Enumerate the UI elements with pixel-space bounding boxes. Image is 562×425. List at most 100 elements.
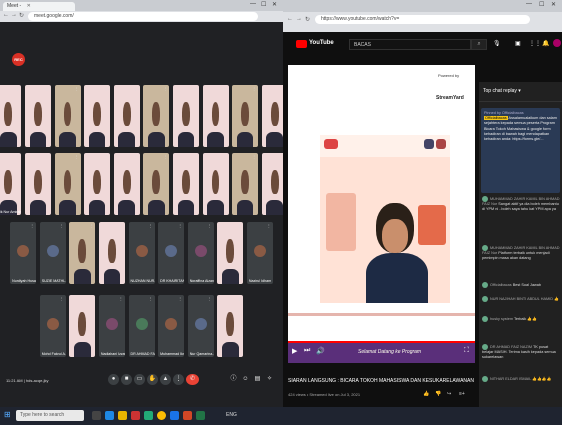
mic-button[interactable]: ● <box>108 374 119 385</box>
participant-tile[interactable]: ⋮ <box>143 85 170 147</box>
task-view-icon[interactable] <box>92 411 101 420</box>
progress-bar[interactable] <box>288 341 475 343</box>
youtube-logo-icon[interactable] <box>296 40 307 48</box>
powerpoint-icon[interactable] <box>183 411 192 420</box>
word-icon[interactable] <box>170 411 179 420</box>
video-player[interactable]: Powered by StreamYard ▶ ⏭ 🔊 Selamat Data… <box>288 65 475 363</box>
maximize-icon[interactable]: ☐ <box>261 1 266 8</box>
more-icon[interactable]: ⋮ <box>104 86 108 91</box>
more-icon[interactable]: ⋮ <box>208 223 212 228</box>
more-icon[interactable]: ⋮ <box>237 296 241 301</box>
participant-tile[interactable]: ⋮ <box>217 295 244 357</box>
close-icon[interactable]: ✕ <box>27 3 31 9</box>
participant-tile[interactable]: ⋮ <box>202 153 229 215</box>
more-icon[interactable]: ⋮ <box>45 154 49 159</box>
participant-tile[interactable]: ⋮ Nazirul Idham <box>246 222 273 284</box>
more-icon[interactable]: ⋮ <box>104 154 108 159</box>
participant-tile[interactable]: ⋮ <box>232 85 259 147</box>
forward-icon[interactable]: → <box>11 12 17 18</box>
participant-tile[interactable]: ⋮ Noraffina Aizan <box>187 222 214 284</box>
next-icon[interactable]: ⏭ <box>304 347 310 355</box>
participant-tile[interactable]: ⋮ Nadiahani Izzati <box>98 295 125 357</box>
more-icon[interactable]: ⋮ <box>223 86 227 91</box>
participant-tile[interactable]: ⋮ <box>54 85 81 147</box>
more-icon[interactable]: ⋮ <box>119 223 123 228</box>
like-icon[interactable]: 👍 <box>423 391 429 397</box>
create-icon[interactable]: ▣ <box>515 40 521 47</box>
minimize-icon[interactable]: — <box>250 1 256 7</box>
participant-tile[interactable]: ⋮ Mohd Fakrul A... <box>39 295 66 357</box>
participant-tile[interactable]: ⋮ <box>113 153 140 215</box>
more-icon[interactable]: ⋮ <box>178 296 182 301</box>
more-icon[interactable]: ⋮ <box>119 296 123 301</box>
participant-tile[interactable]: ⋮ <box>69 295 96 357</box>
more-icon[interactable]: ⋮ <box>134 154 138 159</box>
participant-tile[interactable]: ⋮ <box>98 222 125 284</box>
more-icon[interactable]: ⋮ <box>252 154 256 159</box>
more-icon[interactable]: ⋮ <box>89 223 93 228</box>
leave-call-button[interactable]: ✆ <box>186 374 199 385</box>
participant-tile[interactable]: ⋮ <box>84 153 111 215</box>
fullscreen-icon[interactable]: ⛶ <box>464 347 469 355</box>
dislike-icon[interactable]: 👎 <box>435 391 441 397</box>
more-icon[interactable]: ⋮ <box>163 154 167 159</box>
minimize-icon[interactable]: — <box>526 1 532 7</box>
more-options-button[interactable]: ⋮ <box>173 374 184 385</box>
more-icon[interactable]: ⋮ <box>193 154 197 159</box>
more-icon[interactable]: ⋮ <box>149 223 153 228</box>
chat-icon[interactable]: ▤ <box>252 374 263 385</box>
raise-hand-button[interactable]: ✋ <box>147 374 158 385</box>
camera-button[interactable]: ■ <box>121 374 132 385</box>
avatar[interactable] <box>553 39 561 47</box>
participant-tile[interactable]: ⋮ <box>113 85 140 147</box>
participant-tile[interactable]: ⋮ DR KHAIRITAN... <box>158 222 185 284</box>
windows-start-icon[interactable]: ⊞ <box>4 410 11 419</box>
more-icon[interactable]: ⋮ <box>252 86 256 91</box>
participant-tile[interactable]: ⋮ <box>217 222 244 284</box>
participant-tile[interactable]: ⋮ DR AHMAD FAI... <box>128 295 155 357</box>
participant-tile[interactable]: ⋮ Nur Qamarina... <box>187 295 214 357</box>
participant-tile[interactable]: ⋮ Nik Nur Amirah <box>0 153 22 215</box>
people-icon[interactable]: ☺ <box>240 374 251 385</box>
more-icon[interactable]: ⋮ <box>89 296 93 301</box>
more-icon[interactable]: ⋮ <box>15 154 19 159</box>
more-icon[interactable]: ⋮ <box>75 86 79 91</box>
more-icon[interactable]: ⋮ <box>163 86 167 91</box>
more-icon[interactable]: ⋮ <box>208 296 212 301</box>
participant-tile[interactable]: ⋮ <box>84 85 111 147</box>
reload-icon[interactable]: ↻ <box>305 16 310 23</box>
tab-meet[interactable]: Meet - ✕ <box>3 2 75 11</box>
more-icon[interactable]: ⋮ <box>60 223 64 228</box>
app-icon[interactable] <box>144 411 153 420</box>
forward-icon[interactable]: → <box>296 16 302 22</box>
apps-icon[interactable]: ⋮⋮ <box>529 40 541 47</box>
more-icon[interactable]: ⋮ <box>223 154 227 159</box>
participant-tile[interactable]: ⋮ Muhammad Ikm... <box>158 295 185 357</box>
participant-tile[interactable]: ⋮ <box>172 153 199 215</box>
back-icon[interactable]: ← <box>287 16 293 22</box>
excel-icon[interactable] <box>196 411 205 420</box>
more-icon[interactable]: ⋮ <box>15 86 19 91</box>
participant-tile[interactable]: ⋮ SUZIE MATHL... <box>39 222 66 284</box>
chrome-icon[interactable] <box>157 411 166 420</box>
more-icon[interactable]: ⋮ <box>237 223 241 228</box>
share-icon[interactable]: ↪ <box>447 391 451 397</box>
more-icon[interactable]: ⋮ <box>60 296 64 301</box>
present-button[interactable]: ▲ <box>160 374 171 385</box>
participant-tile[interactable]: ⋮ <box>69 222 96 284</box>
participant-tile[interactable]: ⋮ <box>54 153 81 215</box>
chat-header[interactable]: Top chat replay ▾ <box>479 82 562 102</box>
play-icon[interactable]: ▶ <box>292 347 297 355</box>
more-icon[interactable]: ⋮ <box>193 86 197 91</box>
captions-button[interactable]: ▭ <box>134 374 145 385</box>
more-icon[interactable]: ⋮ <box>134 86 138 91</box>
more-icon[interactable]: ⋮ <box>30 223 34 228</box>
participant-tile[interactable]: ⋮ NUZHAN NUR... <box>128 222 155 284</box>
app-icon[interactable] <box>131 411 140 420</box>
folder-icon[interactable] <box>118 411 127 420</box>
participant-tile[interactable]: ⋮ <box>143 153 170 215</box>
close-window-icon[interactable]: ✕ <box>551 1 556 8</box>
participant-tile[interactable]: ⋮ <box>202 85 229 147</box>
reload-icon[interactable]: ↻ <box>19 12 24 19</box>
close-window-icon[interactable]: ✕ <box>272 1 277 8</box>
